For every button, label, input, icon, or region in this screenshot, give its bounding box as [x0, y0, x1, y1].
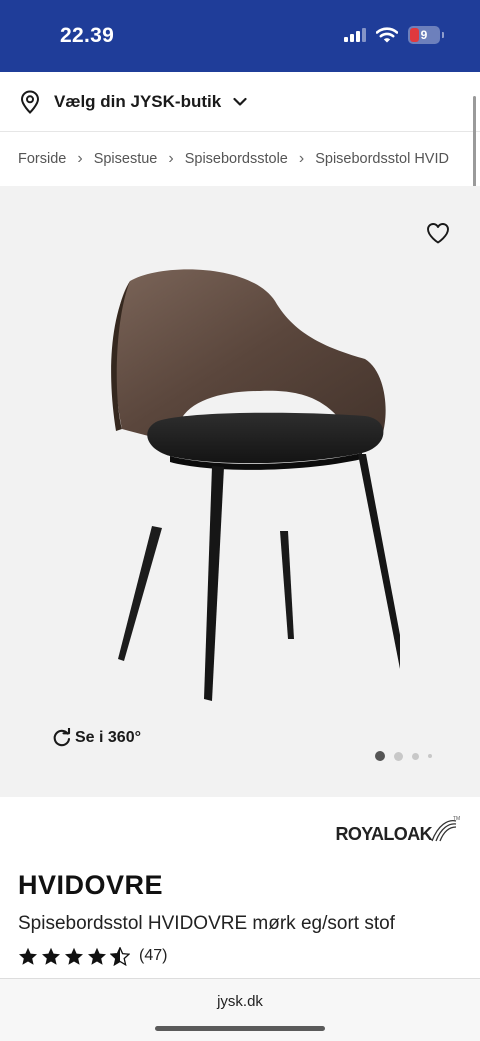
store-selector-label: Vælg din JYSK-butik: [54, 91, 222, 111]
status-time: 22.39: [60, 24, 115, 47]
product-title: HVIDOVRE: [18, 870, 164, 900]
star-full-icon: [65, 947, 83, 965]
star-half-icon: [110, 946, 130, 966]
star-full-icon: [42, 947, 60, 965]
brand-swirl-icon: TM: [431, 816, 460, 842]
chevron-right-icon: ›: [77, 150, 83, 167]
breadcrumb-item-forside[interactable]: Forside: [18, 151, 66, 167]
scrollbar[interactable]: [473, 96, 476, 194]
product-image: [111, 269, 400, 701]
battery-level: 9: [420, 28, 428, 42]
product-rating[interactable]: (47): [18, 944, 167, 968]
heart-outline-icon[interactable]: [426, 222, 450, 244]
pagination-dot[interactable]: [394, 751, 403, 761]
wifi-icon: [376, 27, 398, 43]
battery-icon: 9: [408, 26, 444, 44]
breadcrumb-item-spisebordsstole[interactable]: Spisebordsstole: [185, 151, 288, 167]
brand-logo[interactable]: ROYALOAK TM: [335, 816, 460, 852]
breadcrumb: Forside › Spisestue › Spisebordsstole › …: [0, 133, 470, 185]
product-subtitle: Spisebordsstol HVIDOVRE mørk eg/sort sto…: [18, 913, 395, 934]
breadcrumb-item-spisestue[interactable]: Spisestue: [94, 151, 158, 167]
url-text: jysk.dk: [217, 993, 263, 1010]
svg-text:TM: TM: [453, 816, 460, 822]
browser-address-bar[interactable]: jysk.dk: [0, 978, 480, 1041]
product-gallery[interactable]: Se i 360°: [0, 186, 480, 797]
status-bar: 22.39 9: [0, 0, 480, 72]
star-full-icon: [19, 947, 37, 965]
pagination-dot[interactable]: [412, 752, 419, 760]
brand-name: ROYALOAK: [335, 823, 432, 844]
breadcrumb-item-current[interactable]: Spisebordsstol HVID: [315, 151, 449, 167]
view-360-label: Se i 360°: [75, 729, 141, 746]
cellular-signal-icon: [344, 28, 366, 42]
gallery-pagination[interactable]: [375, 751, 432, 761]
home-indicator[interactable]: [155, 1026, 325, 1031]
view-360-button[interactable]: Se i 360°: [52, 728, 141, 748]
chevron-right-icon: ›: [298, 150, 305, 167]
location-pin-icon: [20, 89, 40, 114]
chevron-down-icon: [233, 97, 247, 106]
review-count: (47): [139, 947, 168, 964]
pagination-dot-active[interactable]: [375, 751, 385, 761]
store-selector[interactable]: Vælg din JYSK-butik: [0, 72, 480, 132]
chevron-right-icon: ›: [168, 150, 174, 167]
star-full-icon: [88, 947, 106, 965]
rotate-icon: [53, 728, 71, 747]
pagination-dot[interactable]: [428, 754, 432, 758]
status-icons: 9: [344, 26, 444, 44]
